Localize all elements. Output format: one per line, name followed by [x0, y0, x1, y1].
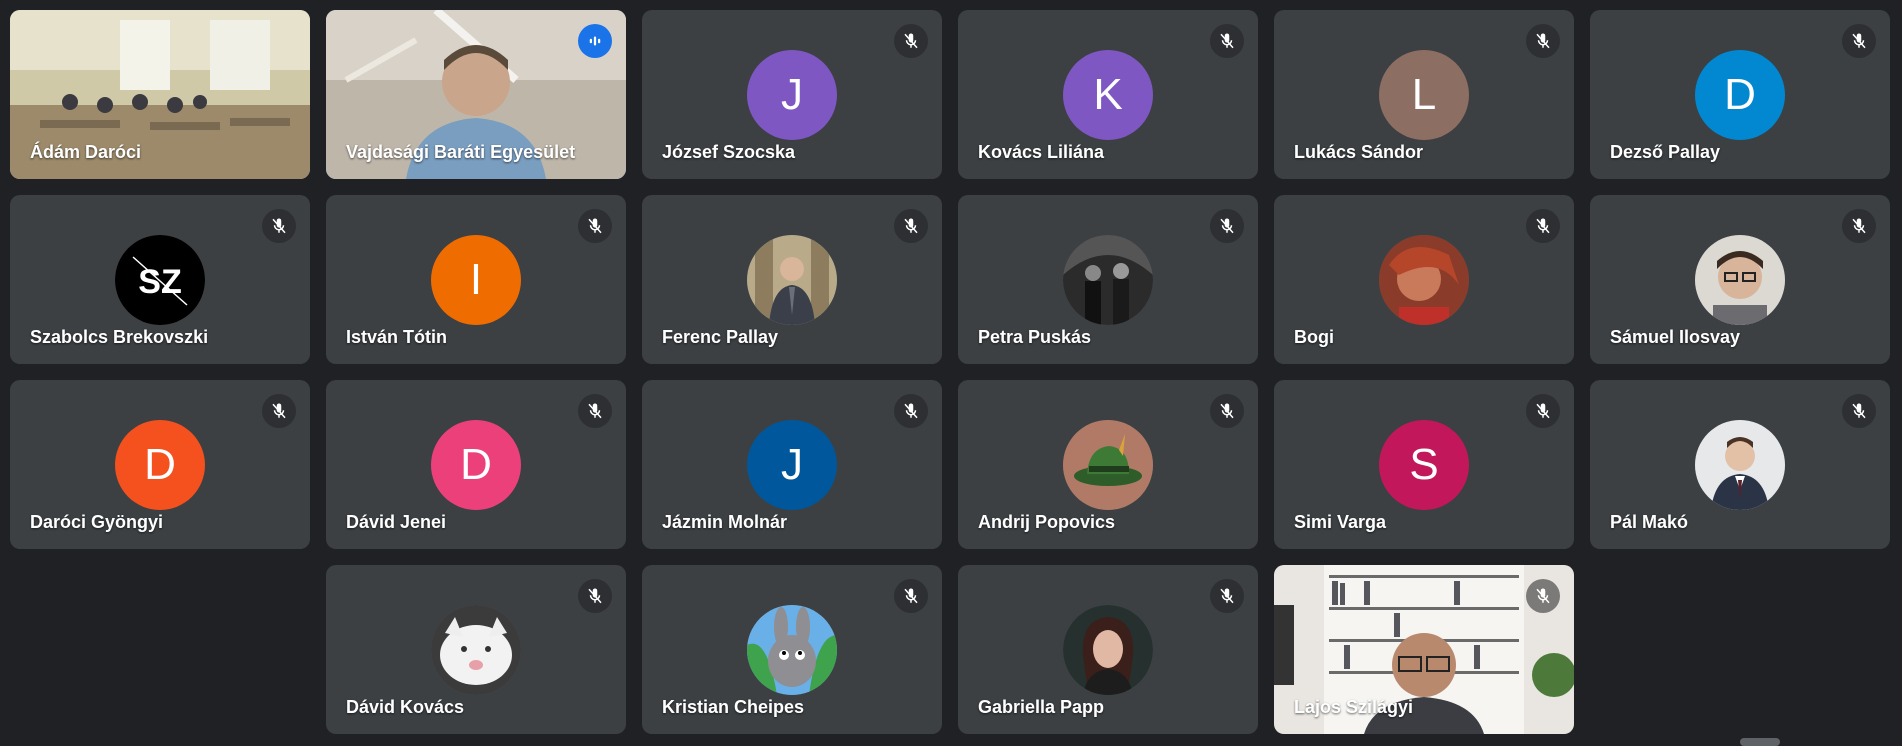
participant-tile-ferenc-pallay[interactable]: Ferenc Pallay: [642, 195, 942, 364]
participant-tile-samuel-ilosvay[interactable]: Sámuel Ilosvay: [1590, 195, 1890, 364]
participant-name: Lukács Sándor: [1294, 142, 1424, 162]
participant-name: Dezső Pallay: [1610, 142, 1721, 162]
participant-name: Andrij Popovics: [978, 512, 1116, 532]
participant-tile-pal-mako[interactable]: Pál Makó: [1590, 380, 1890, 549]
participant-tile-istvan-totin[interactable]: I István Tótin: [326, 195, 626, 364]
avatar-photo: [1063, 420, 1153, 510]
avatar-initial-text: I: [469, 255, 483, 304]
participant-name: Gabriella Papp: [978, 697, 1105, 717]
participant-name: Ádám Daróci: [30, 142, 142, 162]
avatar-photo: SZ: [115, 235, 205, 325]
mic-off-icon: [1842, 209, 1876, 243]
participant-tile-dezso-pallay[interactable]: D Dezső Pallay: [1590, 10, 1890, 179]
participant-tile-simi-varga[interactable]: S Simi Varga: [1274, 380, 1574, 549]
mic-off-icon: [578, 394, 612, 428]
participant-name: Dávid Jenei: [346, 512, 447, 532]
participant-tile-andrij-popovics[interactable]: Andrij Popovics: [958, 380, 1258, 549]
avatar-initial-text: L: [1411, 70, 1437, 119]
avatar-initial: I: [431, 235, 521, 325]
avatar-initial: K: [1063, 50, 1153, 140]
mic-off-icon: [894, 394, 928, 428]
avatar-photo: [1695, 235, 1785, 325]
avatar-initial-text: K: [1093, 70, 1123, 119]
avatar-initial-text: D: [460, 440, 492, 489]
participant-name: Daróci Gyöngyi: [30, 512, 164, 532]
mic-off-icon: [578, 209, 612, 243]
avatar-initial-text: S: [1409, 440, 1439, 489]
participant-tile-daroci-gyongyi[interactable]: D Daróci Gyöngyi: [10, 380, 310, 549]
avatar-initial: J: [747, 50, 837, 140]
participant-tile-lajos-szilagyi[interactable]: Lajos Szilágyi: [1274, 565, 1574, 734]
avatar-photo: [1379, 235, 1469, 325]
participant-name: Jázmin Molnár: [662, 512, 788, 532]
mic-off-icon: [894, 24, 928, 58]
avatar-photo: [747, 605, 837, 695]
avatar-photo: [1063, 605, 1153, 695]
avatar-initial: S: [1379, 420, 1469, 510]
mic-off-icon: [894, 209, 928, 243]
avatar-initial: J: [747, 420, 837, 510]
participant-tile-kovacs-liliana[interactable]: K Kovács Liliána: [958, 10, 1258, 179]
participant-tile-adam-daroci[interactable]: Ádám Daróci: [10, 10, 310, 179]
participant-tile-vajdasagi-barati-egyesulet[interactable]: Vajdasági Baráti Egyesület: [326, 10, 626, 179]
avatar-initial: L: [1379, 50, 1469, 140]
participant-name: Simi Varga: [1294, 512, 1387, 532]
participant-name: István Tótin: [346, 327, 448, 347]
avatar-initial: D: [431, 420, 521, 510]
participant-tile-bogi[interactable]: Bogi: [1274, 195, 1574, 364]
participant-tile-petra-puskas[interactable]: Petra Puskás: [958, 195, 1258, 364]
participant-name: Bogi: [1294, 327, 1334, 347]
mic-off-icon: [578, 579, 612, 613]
mic-off-icon: [1210, 579, 1244, 613]
participant-tile-lukacs-sandor[interactable]: L Lukács Sándor: [1274, 10, 1574, 179]
mic-off-icon: [1526, 24, 1560, 58]
participant-name: Vajdasági Baráti Egyesület: [346, 142, 576, 162]
participant-tile-jozsef-szocska[interactable]: J József Szocska: [642, 10, 942, 179]
participant-tile-gabriella-papp[interactable]: Gabriella Papp: [958, 565, 1258, 734]
participant-name: Sámuel Ilosvay: [1610, 327, 1741, 347]
mic-off-icon: [262, 209, 296, 243]
mic-off-icon: [1526, 394, 1560, 428]
mic-off-icon: [262, 394, 296, 428]
participant-name: József Szocska: [662, 142, 796, 162]
speaking-indicator-icon: [578, 24, 612, 58]
mic-off-icon: [1526, 579, 1560, 613]
participant-grid: Ádám Daróci Vajdasági Baráti Egyesület J J…: [0, 0, 1902, 744]
participant-name: Ferenc Pallay: [662, 327, 779, 347]
mic-off-icon: [1842, 24, 1876, 58]
mic-off-icon: [1842, 394, 1876, 428]
participant-name: Kovács Liliána: [978, 142, 1105, 162]
mic-off-icon: [894, 579, 928, 613]
avatar-photo: [431, 605, 521, 695]
avatar-initial-text: J: [781, 440, 803, 489]
avatar-initial: D: [115, 420, 205, 510]
participant-tile-david-kovacs[interactable]: Dávid Kovács: [326, 565, 626, 734]
participant-tile-jazmin-molnar[interactable]: J Jázmin Molnár: [642, 380, 942, 549]
mic-off-icon: [1210, 24, 1244, 58]
avatar-photo: [1063, 235, 1153, 325]
avatar-photo: [747, 235, 837, 325]
participant-name: Petra Puskás: [978, 327, 1092, 347]
participant-name: Kristian Cheipes: [662, 697, 805, 717]
mic-off-icon: [1210, 394, 1244, 428]
avatar-initial-text: D: [1724, 70, 1756, 119]
participant-name: Pál Makó: [1610, 512, 1689, 532]
scroll-indicator[interactable]: [1740, 738, 1780, 746]
participant-tile-szabolcs-brekovszki[interactable]: SZSzabolcs Brekovszki: [10, 195, 310, 364]
avatar-initial-text: D: [144, 440, 176, 489]
avatar-photo: [1695, 420, 1785, 510]
mic-off-icon: [1210, 209, 1244, 243]
avatar-initial-text: J: [781, 70, 803, 119]
participant-name: Lajos Szilágyi: [1294, 697, 1414, 717]
participant-tile-kristian-cheipes[interactable]: Kristian Cheipes: [642, 565, 942, 734]
mic-off-icon: [1526, 209, 1560, 243]
participant-name: Dávid Kovács: [346, 697, 465, 717]
avatar-initial: D: [1695, 50, 1785, 140]
participant-name: Szabolcs Brekovszki: [30, 327, 209, 347]
participant-tile-david-jenei[interactable]: D Dávid Jenei: [326, 380, 626, 549]
